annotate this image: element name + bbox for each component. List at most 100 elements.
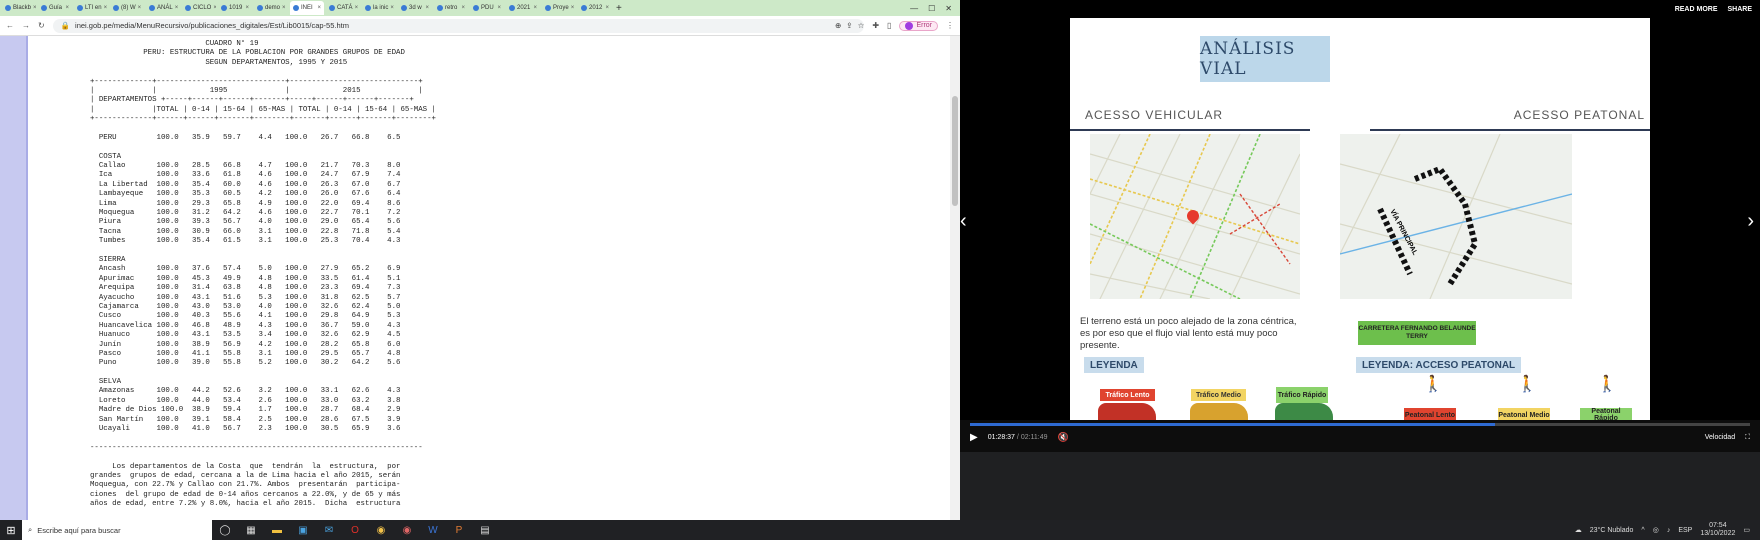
forward-icon[interactable]: → <box>22 21 30 30</box>
close-window-icon[interactable]: ✕ <box>945 4 952 13</box>
widgets-icon[interactable]: ▦ <box>238 520 264 540</box>
close-tab-icon[interactable]: × <box>104 5 108 11</box>
mail-icon[interactable]: ✉ <box>316 520 342 540</box>
sidepanel-icon[interactable]: ▯ <box>887 21 891 30</box>
document-line: +-------------+------+------+-------+---… <box>90 115 436 124</box>
fast-car-icon <box>1275 403 1333 420</box>
browser-tab[interactable]: 1019 × <box>218 1 252 15</box>
close-tab-icon[interactable]: × <box>533 5 537 11</box>
profile-error-badge[interactable]: Error <box>899 20 938 31</box>
volume-icon[interactable]: 🔇 <box>1058 432 1069 443</box>
document-line: Cajamarca 100.0 43.0 53.0 4.0 100.0 32.6… <box>90 302 401 311</box>
favicon-icon <box>581 5 587 11</box>
app-icon[interactable]: ▤ <box>472 520 498 540</box>
windows-start-icon[interactable]: ⊞ <box>0 524 22 537</box>
close-tab-icon[interactable]: × <box>425 5 429 11</box>
left-heading: ACESSO VEHICULAR <box>1085 108 1224 122</box>
close-tab-icon[interactable]: × <box>605 5 609 11</box>
zoom-icon[interactable]: ⊕ <box>835 21 841 30</box>
browser-tab[interactable]: (8) W × <box>110 1 144 15</box>
browser-tab[interactable]: CICLO × <box>182 1 216 15</box>
file-explorer-icon[interactable]: ▬ <box>264 520 290 540</box>
close-tab-icon[interactable]: × <box>245 5 249 11</box>
speed-button[interactable]: Velocidad <box>1705 434 1735 441</box>
browser-tab[interactable]: Guía × <box>38 1 72 15</box>
extensions-icon[interactable]: ✚ <box>872 21 879 30</box>
word-icon[interactable]: W <box>420 520 446 540</box>
url-text[interactable]: inei.gob.pe/media/MenuRecursivo/publicac… <box>75 21 830 30</box>
network-icon[interactable]: ◎ <box>1653 526 1659 534</box>
reload-icon[interactable]: ↻ <box>38 21 45 30</box>
opera-icon[interactable]: O <box>342 520 368 540</box>
close-tab-icon[interactable]: × <box>497 5 501 11</box>
chrome-icon[interactable]: ◉ <box>368 520 394 540</box>
medium-car-icon <box>1190 403 1248 420</box>
browser-tab[interactable]: 2021 × <box>506 1 540 15</box>
minimize-icon[interactable]: — <box>910 4 918 13</box>
document-line: años de edad, entre 7.2% y 8.0%, hacia e… <box>90 500 401 509</box>
browser-tab[interactable]: Proye × <box>542 1 576 15</box>
menu-icon[interactable]: ⋮ <box>946 21 960 30</box>
browser-tab[interactable]: Blackb × <box>2 1 36 15</box>
speaker-icon[interactable]: ♪ <box>1667 527 1671 534</box>
play-icon[interactable]: ▶ <box>970 432 978 443</box>
back-icon[interactable]: ← <box>6 21 14 30</box>
browser-tab[interactable]: ANÁL × <box>146 1 180 15</box>
close-tab-icon[interactable]: × <box>282 5 286 11</box>
browser-tab[interactable]: retro × <box>434 1 468 15</box>
browser-tab[interactable]: CATÁ × <box>326 1 360 15</box>
notifications-icon[interactable]: ▭ <box>1743 526 1750 534</box>
close-tab-icon[interactable]: × <box>355 5 359 11</box>
close-tab-icon[interactable]: × <box>175 5 179 11</box>
tray-chevron-icon[interactable]: ^ <box>1641 527 1644 534</box>
pedestrian-slow-label: Peatonal Lento <box>1404 408 1456 420</box>
new-tab-button[interactable]: + <box>616 3 622 14</box>
read-more-link[interactable]: READ MORE <box>1675 6 1718 13</box>
maximize-icon[interactable]: ☐ <box>928 4 935 13</box>
bookmark-star-icon[interactable]: ☆ <box>858 21 865 30</box>
browser-tab[interactable]: la inic × <box>362 1 396 15</box>
pedestrian-medium-icon: 🚶 <box>1517 376 1537 393</box>
next-slide-icon[interactable]: › <box>1747 210 1754 233</box>
share-link[interactable]: SHARE <box>1727 6 1752 13</box>
divider <box>1370 129 1650 131</box>
close-tab-icon[interactable]: × <box>65 5 69 11</box>
right-heading: ACESSO PEATONAL <box>1513 108 1645 122</box>
previous-slide-icon[interactable]: ‹ <box>960 210 967 233</box>
lang-indicator[interactable]: ESP <box>1678 527 1692 534</box>
close-tab-icon[interactable]: × <box>571 5 575 11</box>
progress-bar[interactable] <box>970 423 1750 426</box>
weather-text[interactable]: 23°C Nublado <box>1590 527 1634 534</box>
close-tab-icon[interactable]: × <box>317 5 321 11</box>
tab-label: retro <box>445 5 458 11</box>
vertical-scrollbar[interactable] <box>950 36 960 520</box>
powerpoint-icon[interactable]: P <box>446 520 472 540</box>
fullscreen-icon[interactable]: ⛶ <box>1745 434 1750 442</box>
store-icon[interactable]: ▣ <box>290 520 316 540</box>
close-tab-icon[interactable]: × <box>461 5 465 11</box>
close-tab-icon[interactable]: × <box>390 5 394 11</box>
close-tab-icon[interactable]: × <box>138 5 142 11</box>
browser-tab[interactable]: LTI en × <box>74 1 108 15</box>
weather-icon[interactable]: ☁ <box>1575 526 1582 534</box>
document-line: Arequipa 100.0 31.4 63.8 4.8 100.0 23.3 … <box>90 284 401 293</box>
close-tab-icon[interactable]: × <box>33 5 36 11</box>
browser-tab[interactable]: PDU × <box>470 1 504 15</box>
chrome-alt-icon[interactable]: ◉ <box>394 520 420 540</box>
browser-tab[interactable]: demo × <box>254 1 288 15</box>
task-view-icon[interactable]: ◯ <box>212 520 238 540</box>
url-bar[interactable]: 🔒 inei.gob.pe/media/MenuRecursivo/public… <box>52 18 865 33</box>
traffic-medium-label: Tráfico Medio <box>1191 389 1246 401</box>
close-tab-icon[interactable]: × <box>213 5 216 11</box>
browser-tab[interactable]: INEI × <box>290 1 324 15</box>
clock[interactable]: 07:54 13/10/2022 <box>1700 522 1735 538</box>
share-icon[interactable]: ⇪ <box>846 21 852 30</box>
scroll-thumb[interactable] <box>952 96 958 206</box>
browser-tab[interactable]: 3d w × <box>398 1 432 15</box>
browser-tab[interactable]: 2012 × <box>578 1 612 15</box>
document-line: COSTA <box>90 152 122 161</box>
taskbar-search[interactable]: ⌕ Escribe aquí para buscar <box>22 520 212 540</box>
